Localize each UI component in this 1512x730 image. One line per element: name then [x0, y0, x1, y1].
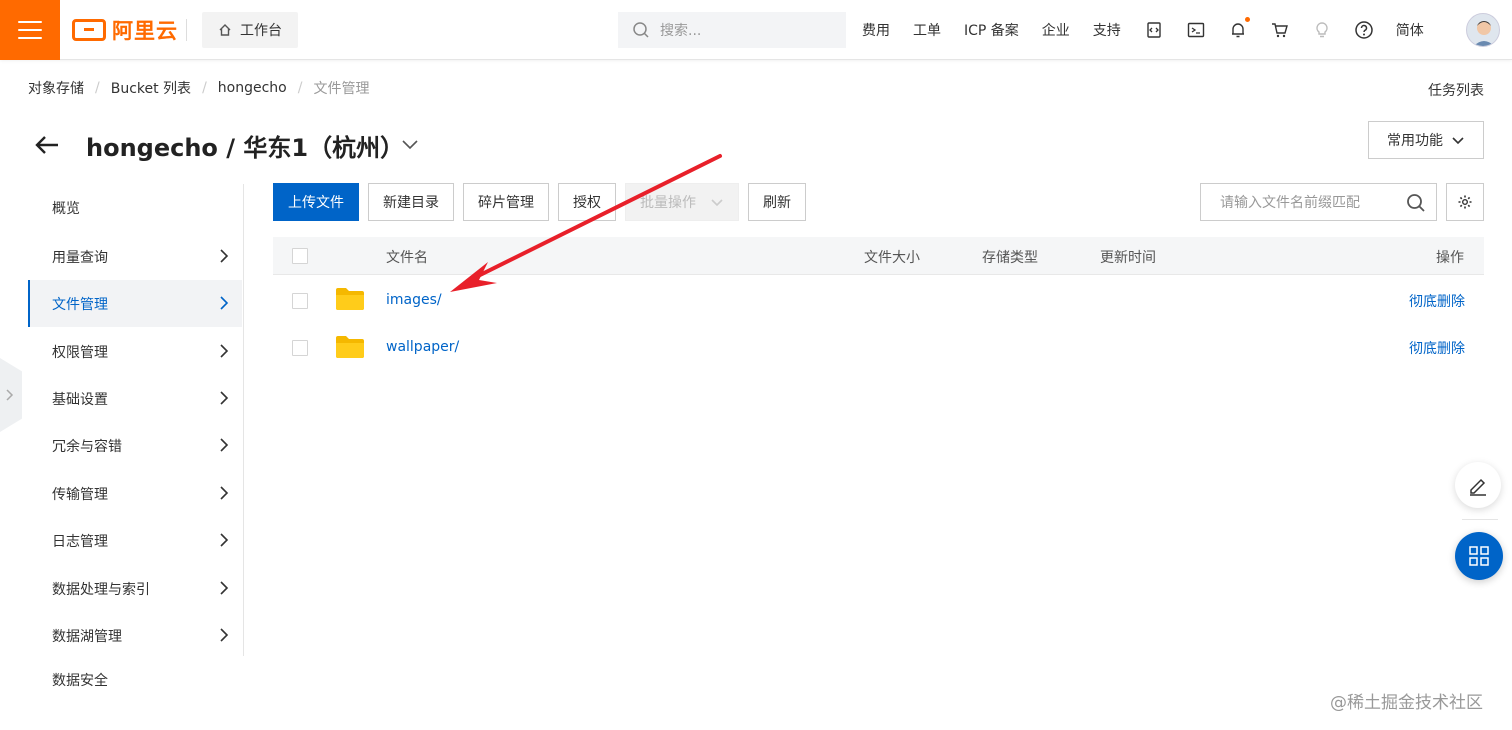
sidebar-item-data-processing[interactable]: 数据处理与索引	[28, 565, 242, 612]
task-list-link[interactable]: 任务列表	[1428, 80, 1484, 100]
select-all-checkbox[interactable]	[292, 248, 308, 264]
folder-name-link[interactable]: wallpaper/	[386, 339, 459, 355]
file-toolbar: 上传文件 新建目录 碎片管理 授权 批量操作 刷新	[273, 183, 806, 221]
floating-divider	[1462, 519, 1498, 520]
aliyun-logo[interactable]: 阿里云	[72, 16, 178, 44]
folder-icon	[336, 288, 364, 310]
sidebar-item-basic-settings[interactable]: 基础设置	[28, 375, 242, 422]
sidebar-item-data-lake[interactable]: 数据湖管理	[28, 612, 242, 659]
file-table-header: 文件名 文件大小 存储类型 更新时间 操作	[273, 237, 1484, 275]
breadcrumb-oss[interactable]: 对象存储	[28, 78, 84, 98]
chevron-down-icon[interactable]	[400, 134, 420, 154]
table-row: images/ 彻底删除	[273, 276, 1484, 323]
upload-file-button[interactable]: 上传文件	[273, 183, 359, 221]
common-functions-button[interactable]: 常用功能	[1368, 121, 1484, 159]
chevron-right-icon	[220, 296, 229, 310]
chevron-right-icon	[220, 628, 229, 642]
nav-link-tickets[interactable]: 工单	[913, 20, 941, 40]
column-header-size: 文件大小	[864, 250, 920, 266]
sidebar-item-overview[interactable]: 概览	[28, 184, 242, 231]
row-checkbox[interactable]	[292, 293, 308, 309]
search-icon[interactable]	[1406, 193, 1426, 213]
fragment-management-button[interactable]: 碎片管理	[463, 183, 549, 221]
page-title: hongecho / 华东1（杭州）	[86, 134, 405, 162]
chevron-right-icon	[220, 438, 229, 452]
file-prefix-search-input[interactable]: 请输入文件名前缀匹配	[1200, 183, 1437, 221]
column-header-storage: 存储类型	[982, 250, 1038, 266]
permanent-delete-link[interactable]: 彻底删除	[1409, 338, 1465, 358]
hamburger-menu-icon[interactable]	[0, 0, 60, 60]
row-checkbox[interactable]	[292, 340, 308, 356]
permanent-delete-link[interactable]: 彻底删除	[1409, 291, 1465, 311]
nav-link-icp[interactable]: ICP 备案	[964, 20, 1019, 40]
aliyun-logo-icon	[72, 19, 106, 41]
breadcrumb: 对象存储 / Bucket 列表 / hongecho / 文件管理	[28, 78, 370, 98]
feedback-edit-button[interactable]	[1455, 462, 1501, 508]
terminal-icon[interactable]	[1186, 20, 1206, 40]
chevron-down-icon	[711, 199, 723, 207]
nav-link-support[interactable]: 支持	[1093, 20, 1121, 40]
folder-icon	[336, 336, 364, 358]
column-header-actions: 操作	[1436, 250, 1464, 266]
user-avatar[interactable]	[1466, 13, 1500, 47]
search-icon	[633, 22, 649, 38]
nav-link-billing[interactable]: 费用	[862, 20, 890, 40]
chevron-right-icon	[220, 581, 229, 595]
new-directory-button[interactable]: 新建目录	[368, 183, 454, 221]
grid-icon	[1469, 546, 1489, 566]
sidebar-item-permissions[interactable]: 权限管理	[28, 328, 242, 375]
notification-badge	[1244, 17, 1250, 22]
sidebar-item-file-management[interactable]: 文件管理	[28, 280, 242, 327]
chevron-right-icon	[220, 533, 229, 547]
nav-link-enterprise[interactable]: 企业	[1042, 20, 1070, 40]
folder-name-link[interactable]: images/	[386, 292, 442, 308]
back-arrow-icon[interactable]	[32, 130, 62, 160]
quick-apps-button[interactable]	[1455, 532, 1503, 580]
top-nav-links: 费用 工单 ICP 备案 企业 支持 简体	[862, 0, 1447, 60]
chevron-down-icon	[1452, 137, 1464, 145]
sidebar-item-redundancy[interactable]: 冗余与容错	[28, 422, 242, 469]
logo-divider	[186, 19, 187, 41]
global-search-input[interactable]: 搜索...	[618, 12, 846, 48]
help-icon[interactable]	[1354, 20, 1374, 40]
chevron-right-icon	[220, 391, 229, 405]
shopping-cart-icon[interactable]	[1270, 20, 1290, 40]
sidebar-item-data-security[interactable]: 数据安全	[52, 670, 108, 690]
gear-icon	[1458, 195, 1472, 209]
chevron-right-icon	[220, 344, 229, 358]
expand-sidebar-handle[interactable]	[0, 358, 22, 432]
watermark-text: @稀土掘金技术社区	[1330, 693, 1483, 713]
top-navigation-bar: 阿里云 工作台 搜索... 费用 工单 ICP 备案 企业 支持 简体	[0, 0, 1512, 60]
notification-bell-icon[interactable]	[1228, 17, 1250, 40]
authorize-button[interactable]: 授权	[558, 183, 616, 221]
chevron-right-icon	[220, 486, 229, 500]
sidebar-item-usage[interactable]: 用量查询	[28, 233, 242, 280]
batch-operations-dropdown: 批量操作	[625, 183, 739, 221]
breadcrumb-bucket[interactable]: hongecho	[218, 80, 287, 96]
lightbulb-icon[interactable]	[1312, 20, 1332, 40]
breadcrumb-current: 文件管理	[313, 81, 370, 97]
table-row: wallpaper/ 彻底删除	[273, 323, 1484, 370]
chevron-right-icon	[6, 389, 14, 401]
breadcrumb-bucket-list[interactable]: Bucket 列表	[111, 78, 191, 98]
edit-pencil-icon	[1470, 478, 1486, 496]
sidebar-item-logs[interactable]: 日志管理	[28, 517, 242, 564]
sidebar: 概览 用量查询 文件管理 权限管理 基础设置 冗余与容错 传输管理 日志管理 数…	[28, 184, 244, 656]
workbench-button[interactable]: 工作台	[202, 12, 298, 48]
chevron-right-icon	[220, 249, 229, 263]
language-switch[interactable]: 简体	[1396, 20, 1424, 40]
settings-button[interactable]	[1446, 183, 1484, 221]
ide-icon[interactable]	[1144, 20, 1164, 40]
home-icon	[219, 24, 231, 36]
column-header-updated: 更新时间	[1100, 250, 1156, 266]
refresh-button[interactable]: 刷新	[748, 183, 806, 221]
column-header-name[interactable]: 文件名	[386, 247, 428, 267]
sidebar-item-transfer[interactable]: 传输管理	[28, 470, 242, 517]
